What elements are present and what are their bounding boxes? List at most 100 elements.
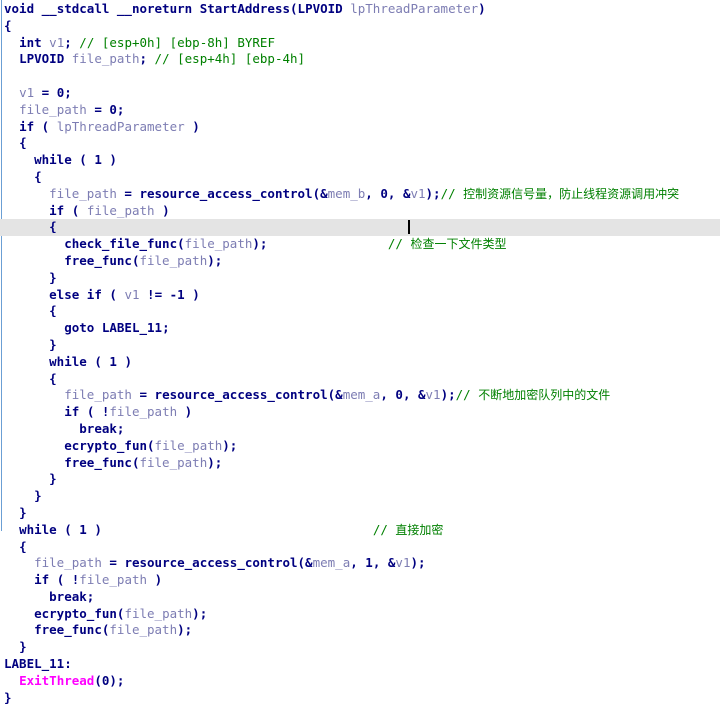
code-line[interactable]: while ( 1 ) <box>0 152 720 169</box>
code-line[interactable]: int v1; // [esp+0h] [ebp-8h] BYREF <box>0 35 720 52</box>
local-variable[interactable]: file_path <box>109 622 177 637</box>
local-variable[interactable]: v1 <box>410 186 425 201</box>
function-name[interactable]: free_func <box>64 253 132 268</box>
code-line[interactable] <box>0 68 720 85</box>
code-line[interactable]: file_path = 0; <box>0 102 720 119</box>
keyword[interactable]: if <box>19 119 34 134</box>
code-line[interactable]: } <box>0 471 720 488</box>
function-name[interactable]: resource_access_control <box>155 387 328 402</box>
code-label[interactable]: LABEL_11 <box>4 656 64 671</box>
local-variable[interactable]: file_path <box>139 253 207 268</box>
code-line[interactable]: free_func(file_path); <box>0 253 720 270</box>
code-line[interactable]: check_file_func(file_path); // 检查一下文件类型 <box>0 236 720 253</box>
keyword[interactable]: void <box>4 1 34 16</box>
code-line[interactable]: break; <box>0 589 720 606</box>
function-name[interactable]: ecrypto_fun <box>34 606 117 621</box>
local-variable[interactable]: lpThreadParameter <box>350 1 478 16</box>
code-line[interactable]: break; <box>0 421 720 438</box>
keyword[interactable]: if <box>64 404 79 419</box>
code-line[interactable]: LPVOID file_path; // [esp+4h] [ebp-4h] <box>0 51 720 68</box>
keyword[interactable]: __stdcall <box>42 1 110 16</box>
local-variable[interactable]: file_path <box>185 236 253 251</box>
local-variable[interactable]: v1 <box>124 287 139 302</box>
local-variable[interactable]: file_path <box>34 555 102 570</box>
code-line[interactable]: if ( lpThreadParameter ) <box>0 119 720 136</box>
code-line[interactable]: ExitThread(0); <box>0 673 720 690</box>
keyword[interactable]: LPVOID <box>19 51 64 66</box>
code-line[interactable]: { <box>0 135 720 152</box>
keyword[interactable]: LPVOID <box>298 1 343 16</box>
code-line[interactable]: } <box>0 639 720 656</box>
local-variable[interactable]: mem_a <box>313 555 351 570</box>
keyword[interactable]: while <box>19 522 57 537</box>
local-variable[interactable]: file_path <box>155 438 223 453</box>
keyword[interactable]: if <box>49 203 64 218</box>
keyword[interactable]: if <box>87 287 102 302</box>
function-name[interactable]: resource_access_control <box>139 186 312 201</box>
code-line[interactable]: v1 = 0; <box>0 85 720 102</box>
code-line[interactable]: { <box>0 371 720 388</box>
code-line[interactable]: while ( 1 ) <box>0 354 720 371</box>
code-line[interactable]: goto LABEL_11; <box>0 320 720 337</box>
keyword[interactable]: else <box>49 287 79 302</box>
local-variable[interactable]: v1 <box>395 555 410 570</box>
keyword[interactable]: break <box>79 421 117 436</box>
local-variable[interactable]: file_path <box>124 606 192 621</box>
code-line-list[interactable]: void __stdcall __noreturn StartAddress(L… <box>0 0 720 706</box>
keyword[interactable]: if <box>34 572 49 587</box>
local-variable[interactable]: file_path <box>79 572 147 587</box>
local-variable[interactable]: file_path <box>49 186 117 201</box>
local-variable[interactable]: file_path <box>19 102 87 117</box>
code-line[interactable]: } <box>0 690 720 706</box>
code-line[interactable]: if ( !file_path ) <box>0 404 720 421</box>
local-variable[interactable]: file_path <box>109 404 177 419</box>
function-name[interactable]: free_func <box>64 455 132 470</box>
code-line[interactable]: free_func(file_path); <box>0 455 720 472</box>
keyword[interactable]: while <box>49 354 87 369</box>
function-name[interactable]: resource_access_control <box>124 555 297 570</box>
local-variable[interactable]: file_path <box>139 455 207 470</box>
code-line[interactable]: file_path = resource_access_control(&mem… <box>0 555 720 572</box>
keyword[interactable]: while <box>34 152 72 167</box>
code-label[interactable]: LABEL_11 <box>102 320 162 335</box>
code-line[interactable]: while ( 1 ) // 直接加密 <box>0 522 720 539</box>
code-line[interactable]: { <box>0 169 720 186</box>
local-variable[interactable]: file_path <box>72 51 140 66</box>
code-line[interactable]: file_path = resource_access_control(&mem… <box>0 186 720 203</box>
local-variable[interactable]: lpThreadParameter <box>57 119 185 134</box>
code-line[interactable]: } <box>0 270 720 287</box>
keyword[interactable]: break <box>49 589 87 604</box>
code-line[interactable]: { <box>0 303 720 320</box>
code-line[interactable]: { <box>0 18 720 35</box>
code-line[interactable]: file_path = resource_access_control(&mem… <box>0 387 720 404</box>
code-line[interactable]: { <box>0 539 720 556</box>
code-line[interactable]: LABEL_11: <box>0 656 720 673</box>
local-variable[interactable]: v1 <box>19 85 34 100</box>
local-variable[interactable]: mem_b <box>328 186 366 201</box>
code-line[interactable]: } <box>0 488 720 505</box>
keyword[interactable]: int <box>19 35 42 50</box>
local-variable[interactable]: mem_a <box>343 387 381 402</box>
code-line[interactable]: if ( file_path ) <box>0 203 720 220</box>
function-name[interactable]: StartAddress <box>200 1 290 16</box>
keyword[interactable]: __noreturn <box>117 1 192 16</box>
code-line[interactable]: { <box>0 219 720 237</box>
code-line[interactable]: ecrypto_fun(file_path); <box>0 438 720 455</box>
code-line[interactable]: else if ( v1 != -1 ) <box>0 287 720 304</box>
function-name[interactable]: ecrypto_fun <box>64 438 147 453</box>
pseudocode-view[interactable]: void __stdcall __noreturn StartAddress(L… <box>0 0 720 705</box>
local-variable[interactable]: v1 <box>49 35 64 50</box>
code-line[interactable]: if ( !file_path ) <box>0 572 720 589</box>
code-line[interactable]: free_func(file_path); <box>0 622 720 639</box>
local-variable[interactable]: file_path <box>87 203 155 218</box>
code-line[interactable]: } <box>0 505 720 522</box>
local-variable[interactable]: v1 <box>426 387 441 402</box>
local-variable[interactable]: file_path <box>64 387 132 402</box>
function-name[interactable]: check_file_func <box>64 236 177 251</box>
code-line[interactable]: ecrypto_fun(file_path); <box>0 606 720 623</box>
code-line[interactable]: void __stdcall __noreturn StartAddress(L… <box>0 1 720 18</box>
keyword[interactable]: goto <box>64 320 94 335</box>
api-function-name[interactable]: ExitThread <box>19 673 94 688</box>
function-name[interactable]: free_func <box>34 622 102 637</box>
code-line[interactable]: } <box>0 337 720 354</box>
